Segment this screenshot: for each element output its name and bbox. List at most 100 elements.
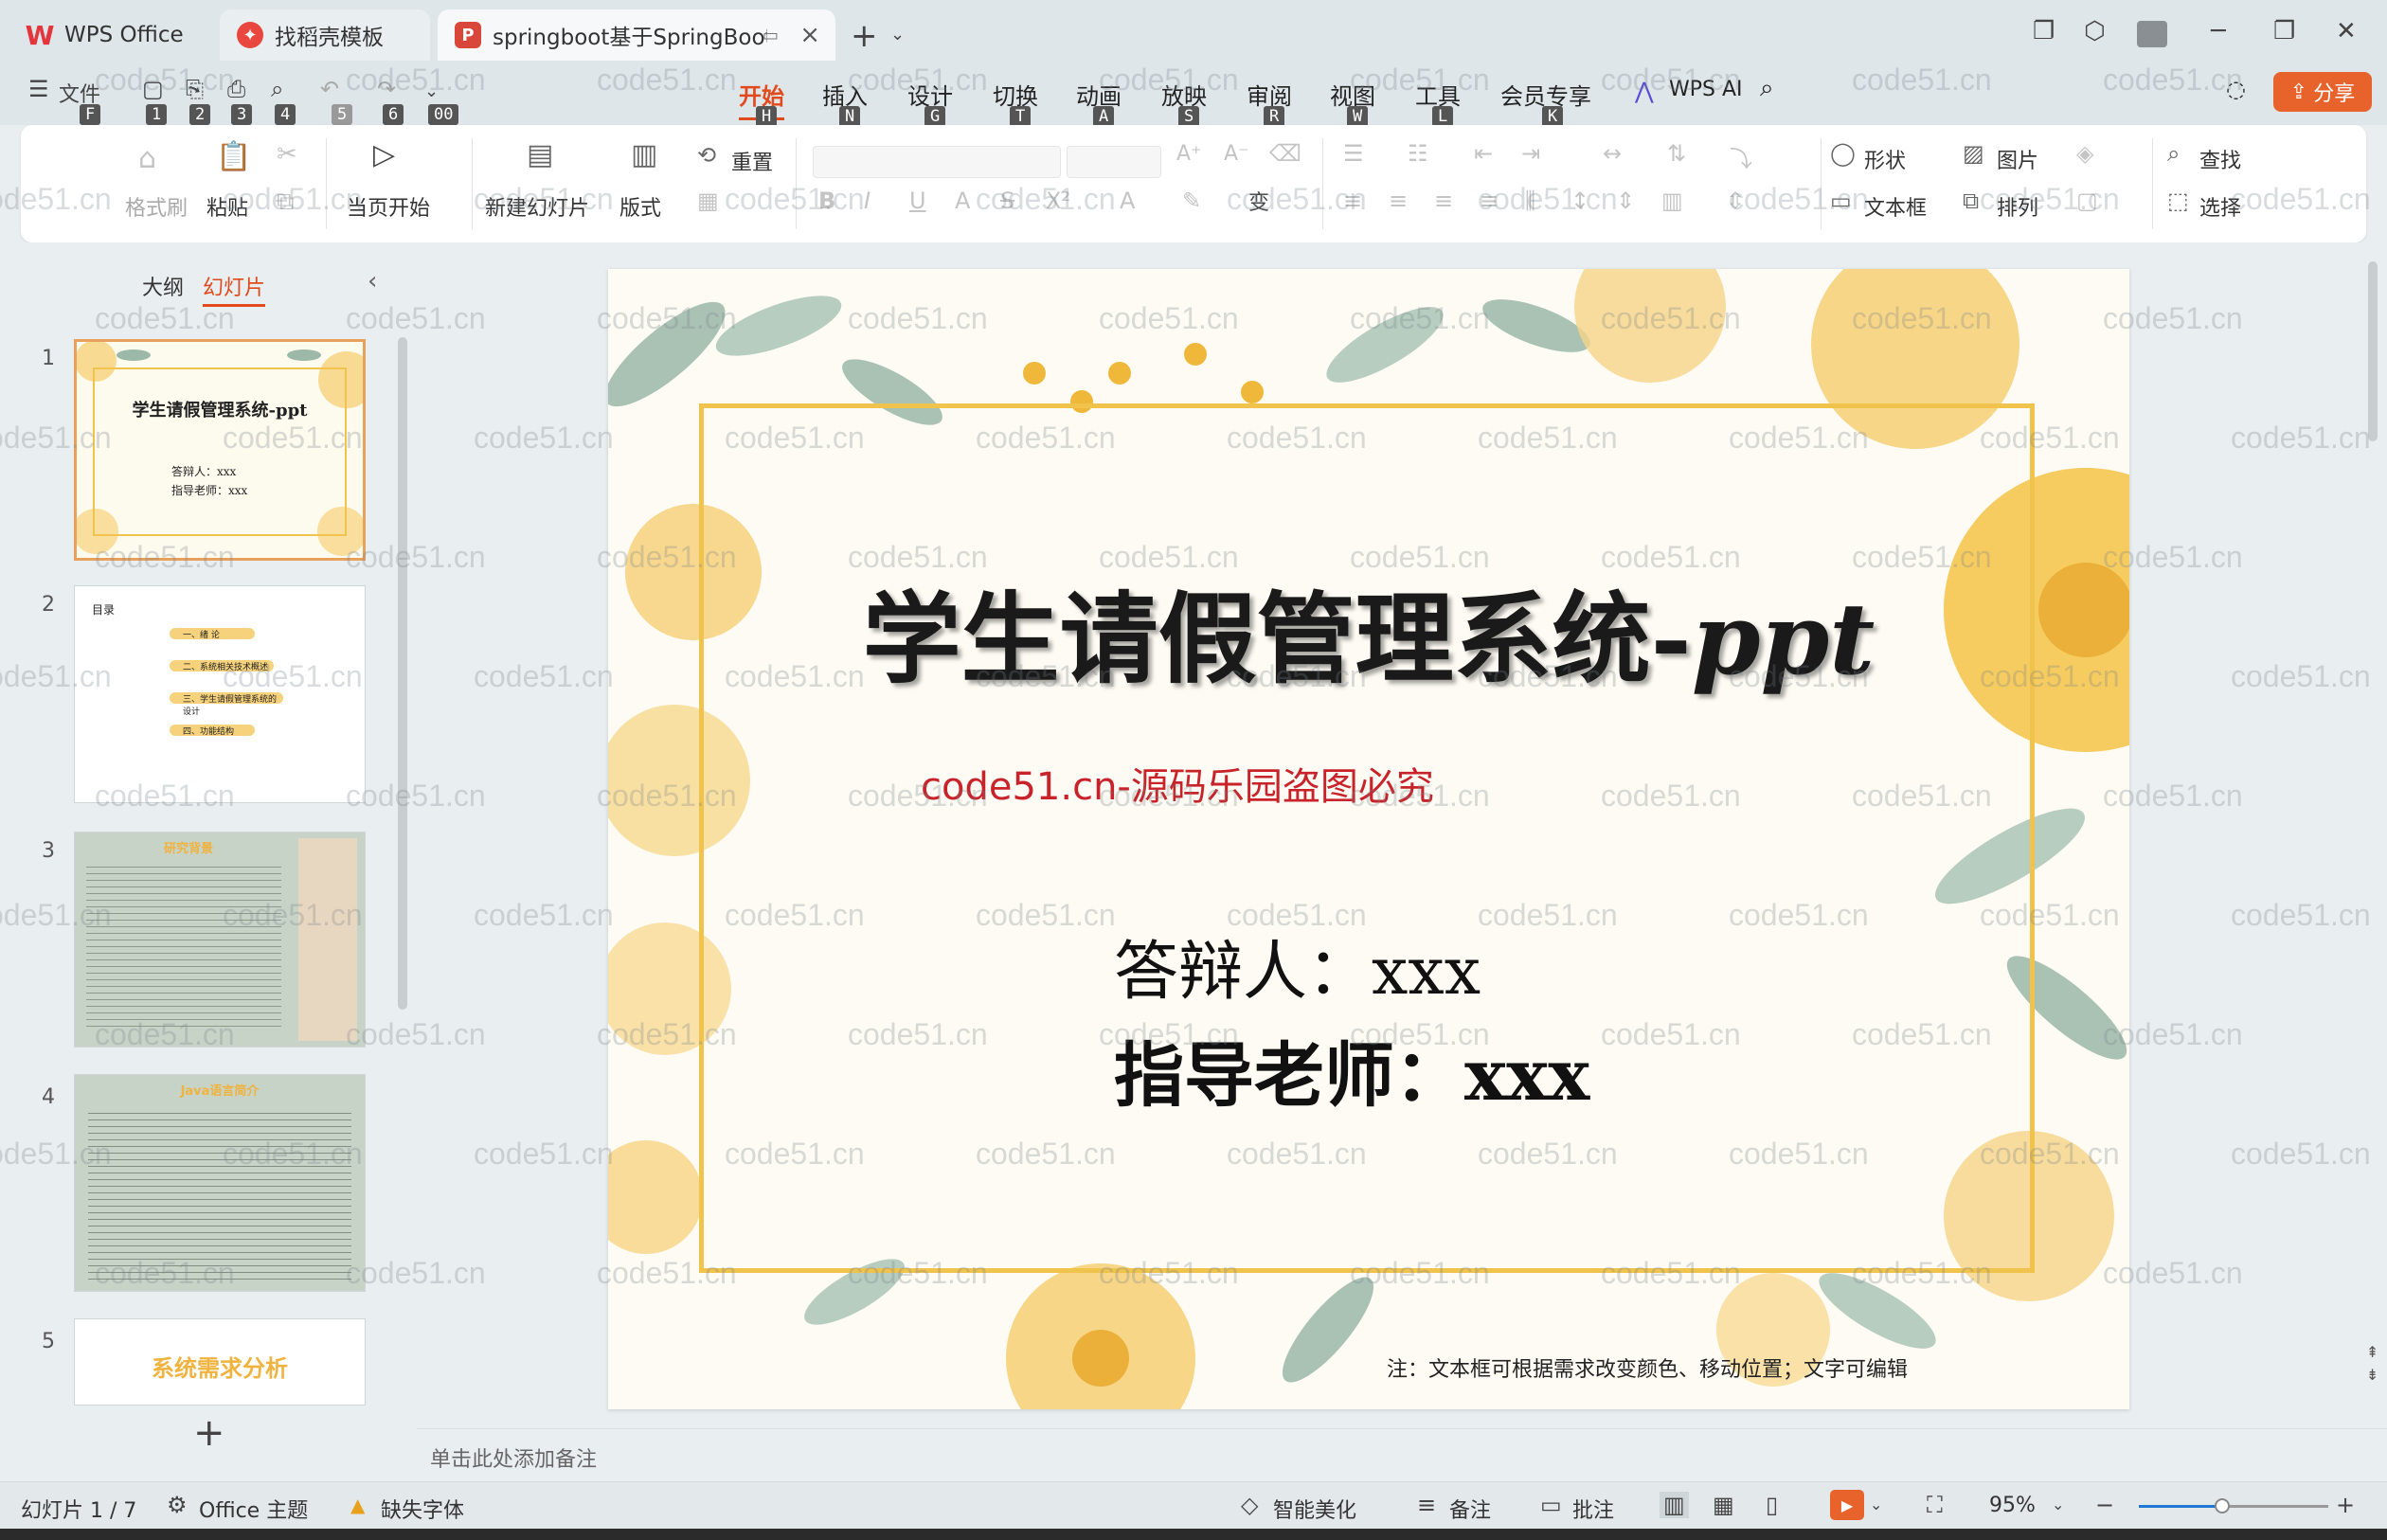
slide-title[interactable]: 学生请假管理系统-ppt — [608, 559, 2129, 702]
close-tab-icon[interactable]: × — [799, 21, 820, 49]
chevron-down-icon[interactable]: ⌄ — [2052, 1495, 2064, 1513]
slide-thumbnail-4[interactable]: Java语言简介 — [74, 1074, 366, 1292]
cut-icon[interactable]: ✂ — [277, 140, 297, 169]
minimize-icon[interactable]: ─ — [2211, 17, 2226, 45]
align-left-icon[interactable]: ≡ — [1343, 188, 1362, 214]
next-slide-icon[interactable]: ⇟ — [2366, 1366, 2378, 1384]
text-direction-icon[interactable]: ⤵ — [1730, 140, 1752, 173]
align-right-icon[interactable]: ≡ — [1434, 188, 1453, 214]
notes-placeholder[interactable]: 单击此处添加备注 — [430, 1442, 597, 1473]
search-icon[interactable]: ⌕ — [1760, 74, 1774, 103]
paragraph-spacing-icon[interactable]: ⇕ — [1616, 188, 1635, 214]
prev-slide-icon[interactable]: ⇞ — [2366, 1343, 2378, 1361]
slideshow-play-button[interactable]: ▶ — [1830, 1490, 1864, 1520]
fill-icon[interactable]: ◈ — [2076, 140, 2093, 167]
line-spacing-icon[interactable]: ↕ — [1570, 188, 1589, 214]
justify-icon[interactable]: ≡ — [1480, 188, 1499, 214]
window-layout-icon[interactable]: ❐ — [2033, 17, 2055, 45]
font-family-select[interactable] — [813, 146, 1061, 178]
distribute-icon[interactable]: ⫼ — [1525, 188, 1535, 214]
fit-window-icon[interactable]: ⛶ — [1927, 1492, 1943, 1518]
shape-button[interactable]: 形状 — [1864, 144, 1906, 174]
shadow-icon[interactable]: A — [955, 188, 970, 214]
chevron-down-icon[interactable]: ⌄ — [1870, 1495, 1882, 1513]
panel-scrollbar[interactable] — [398, 337, 407, 1010]
wps-ai-button[interactable]: WPS AI — [1669, 78, 1743, 101]
avatar[interactable] — [2137, 21, 2167, 47]
share-button[interactable]: ⇪ 分享 — [2273, 72, 2372, 112]
redo-icon[interactable]: ↷ — [377, 76, 396, 102]
reset-button[interactable]: 重置 — [731, 146, 773, 176]
format-painter-button[interactable]: 格式刷 — [125, 191, 188, 222]
sort-icon[interactable]: ⇅ — [1667, 140, 1686, 167]
advisor-text[interactable]: 指导老师：xxx — [1114, 1019, 1589, 1120]
zoom-in-icon[interactable]: + — [2336, 1492, 2355, 1518]
editor-scrollbar[interactable] — [2368, 261, 2378, 441]
comments-button[interactable]: 批注 — [1572, 1494, 1614, 1524]
zoom-slider-thumb[interactable] — [2215, 1498, 2230, 1513]
notes-toggle-button[interactable]: 备注 — [1449, 1494, 1491, 1524]
missing-font-button[interactable]: 缺失字体 — [381, 1494, 464, 1524]
export-icon[interactable]: ⎘ — [186, 76, 204, 102]
save-icon[interactable]: ▢ — [142, 76, 164, 102]
respondent-text[interactable]: 答辩人：xxx — [1114, 919, 1481, 1012]
numbered-list-icon[interactable]: ☷ — [1408, 140, 1428, 167]
monitor-icon[interactable]: ▭ — [763, 26, 779, 45]
arrange-button[interactable]: 排列 — [1997, 191, 2038, 222]
find-button[interactable]: 查找 — [2199, 144, 2241, 174]
bullet-list-icon[interactable]: ☰ — [1343, 140, 1364, 167]
smart-beautify-button[interactable]: 智能美化 — [1273, 1494, 1356, 1524]
new-slide-button[interactable]: 新建幻灯片 — [485, 191, 589, 222]
print-preview-icon[interactable]: ⌕ — [271, 76, 283, 102]
select-button[interactable]: 选择 — [2199, 191, 2241, 222]
collapse-panel-icon[interactable]: ‹ — [368, 267, 377, 295]
decrease-indent-icon[interactable]: ⇤ — [1474, 140, 1493, 167]
hamburger-icon[interactable]: ☰ — [28, 76, 49, 102]
slide-thumbnail-2[interactable]: 目录 一、绪 论 二、系统相关技术概述 三、学生请假管理系统的设计 四、功能结构 — [74, 585, 366, 803]
increase-font-icon[interactable]: A⁺ — [1176, 142, 1202, 166]
tab-template-store[interactable]: ✦ 找稻壳模板 — [220, 9, 430, 61]
print-icon[interactable]: ⎙ — [227, 76, 245, 102]
strikethrough-icon[interactable]: S — [1000, 188, 1014, 214]
undo-icon[interactable]: ↶ — [320, 76, 339, 102]
copy-icon[interactable]: ⧉ — [277, 188, 295, 217]
font-size-select[interactable] — [1067, 146, 1161, 178]
textbox-button[interactable]: 文本框 — [1864, 191, 1927, 222]
highlight-icon[interactable]: ✎ — [1182, 188, 1201, 214]
tab-wps-office[interactable]: W WPS Office — [9, 9, 218, 61]
slide-thumbnail-5[interactable]: 系统需求分析 — [74, 1318, 366, 1406]
normal-view-icon[interactable]: ▥ — [1660, 1492, 1689, 1518]
bold-icon[interactable]: B — [818, 188, 835, 214]
font-color-icon[interactable]: A — [1120, 188, 1135, 214]
italic-icon[interactable]: I — [864, 188, 870, 214]
tab-slides[interactable]: 幻灯片 — [203, 271, 266, 307]
add-slide-plus-icon[interactable]: + — [193, 1411, 225, 1455]
tab-current-document[interactable]: P springboot基于SpringBoot的 ▭ × — [438, 9, 835, 61]
phonetic-icon[interactable]: 变 — [1248, 186, 1269, 216]
underline-icon[interactable]: U — [909, 188, 926, 214]
close-window-icon[interactable]: ✕ — [2336, 17, 2357, 45]
picture-button[interactable]: 图片 — [1997, 144, 2038, 174]
align-center-icon[interactable]: ≡ — [1389, 188, 1408, 214]
clear-format-icon[interactable]: ⌫ — [1269, 140, 1301, 167]
text-align-icon[interactable]: ⇳ — [1726, 188, 1745, 214]
notes-pane[interactable]: 单击此处添加备注 — [417, 1428, 2387, 1479]
chevron-down-icon[interactable]: ⌄ — [890, 25, 905, 45]
theme-button[interactable]: Office 主题 — [199, 1494, 308, 1524]
slide-sorter-icon[interactable]: ▦ — [1713, 1492, 1734, 1518]
cube-icon[interactable]: ⬡ — [2084, 17, 2106, 45]
layout-button[interactable]: 版式 — [619, 191, 661, 222]
outline-icon[interactable]: ▢ — [2076, 188, 2098, 214]
tab-outline[interactable]: 大纲 — [142, 271, 184, 301]
superscript-icon[interactable]: X² — [1046, 188, 1070, 214]
columns-icon[interactable]: ▥ — [1661, 188, 1683, 214]
slide-thumbnail-1[interactable]: 学生请假管理系统-ppt 答辩人：xxx 指导老师：xxx — [74, 339, 366, 561]
chevron-down-icon[interactable]: ⌄ — [424, 81, 439, 101]
slide-note-text[interactable]: 注：文本框可根据需求改变颜色、移动位置；文字可编辑 — [1387, 1352, 1908, 1383]
decrease-font-icon[interactable]: A⁻ — [1224, 142, 1249, 166]
reading-view-icon[interactable]: ▯ — [1766, 1492, 1778, 1518]
maximize-icon[interactable]: ❐ — [2273, 17, 2295, 45]
play-from-current-button[interactable]: 当页开始 — [347, 191, 430, 222]
zoom-out-icon[interactable]: − — [2095, 1492, 2114, 1518]
section-icon[interactable]: ▦ — [697, 188, 719, 214]
